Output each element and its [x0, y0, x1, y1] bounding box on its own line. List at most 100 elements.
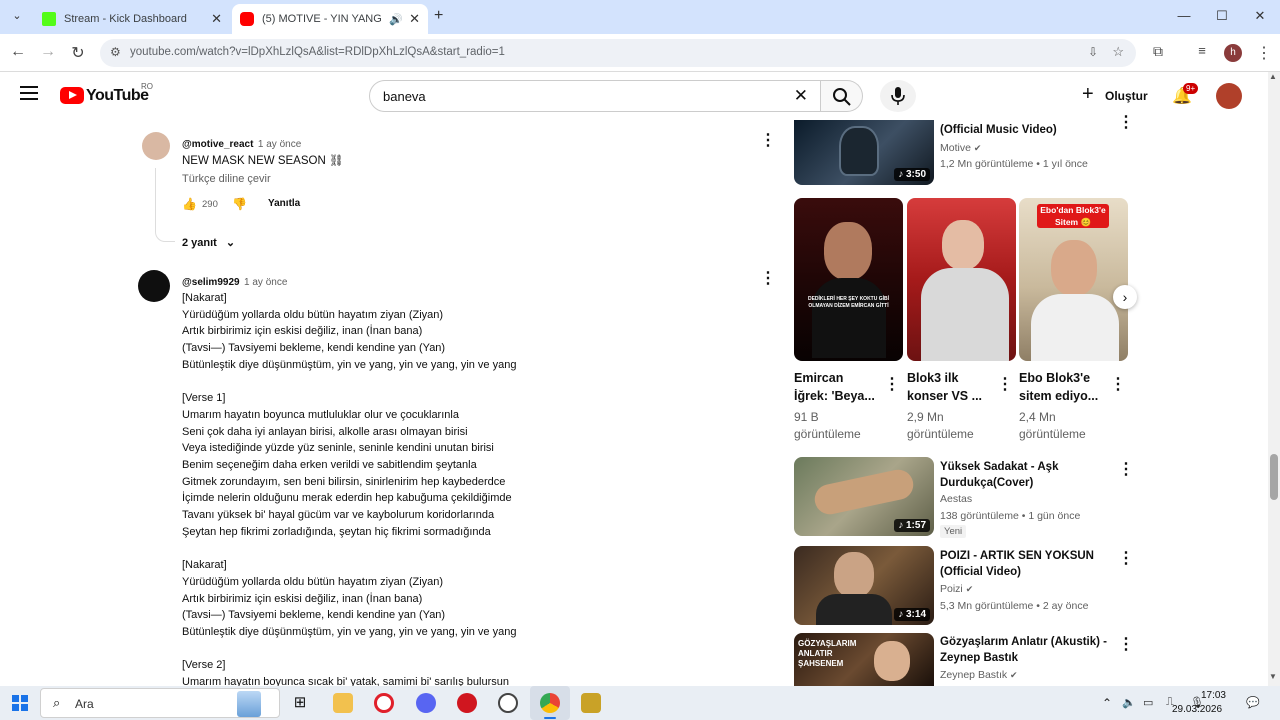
- close-tab-icon[interactable]: ✕: [211, 11, 222, 27]
- url-text: youtube.com/watch?v=lDpXhLzlQsA&list=RDl…: [130, 46, 505, 58]
- comment-author[interactable]: @selim9929: [182, 277, 240, 288]
- video-channel[interactable]: Zeynep Bastık ✔: [940, 667, 1018, 683]
- commenter-avatar[interactable]: [142, 132, 170, 160]
- volume-icon[interactable]: 🔈: [1122, 696, 1136, 709]
- video-title[interactable]: POIZI - ARTIK SEN YOKSUN (Official Video…: [940, 548, 1115, 580]
- close-tab-icon[interactable]: ✕: [409, 11, 420, 27]
- opera-icon[interactable]: [374, 693, 394, 713]
- comment-text-line: [Nakarat]: [182, 292, 227, 304]
- create-button[interactable]: Oluştur: [1105, 89, 1148, 103]
- profile-avatar[interactable]: h: [1224, 44, 1242, 62]
- windows-start-icon[interactable]: [12, 695, 28, 711]
- create-plus-icon[interactable]: +: [1082, 84, 1094, 104]
- video-thumbnail[interactable]: GÖZYAŞLARIM ANLATIR ŞAHSENEM: [794, 633, 934, 686]
- short-title[interactable]: Blok3 ilk konser VS ...: [907, 369, 993, 405]
- short-title[interactable]: Ebo Blok3'e sitem ediyo...: [1019, 369, 1111, 405]
- short-menu-icon[interactable]: ⋮: [884, 374, 900, 394]
- show-replies-button[interactable]: 2 yanıt ⌄: [182, 236, 235, 249]
- commenter-avatar[interactable]: [138, 270, 170, 302]
- video-title[interactable]: (Official Music Video): [940, 122, 1120, 138]
- hamburger-menu-icon[interactable]: [20, 86, 38, 100]
- youtube-logo-text[interactable]: YouTube: [86, 87, 149, 105]
- thumbnail-overlay-text: GÖZYAŞLARIM ANLATIR ŞAHSENEM: [798, 639, 857, 668]
- scroll-down-icon[interactable]: ▼: [1269, 672, 1277, 681]
- video-channel[interactable]: Aestas: [940, 491, 972, 507]
- extensions-icon[interactable]: ⧉: [1148, 43, 1168, 60]
- video-thumbnail[interactable]: ♪ 3:14: [794, 546, 934, 625]
- comment-time[interactable]: 1 ay önce: [244, 277, 287, 288]
- short-thumbnail[interactable]: [907, 198, 1016, 361]
- comment-menu-icon[interactable]: ⋮: [760, 130, 776, 150]
- user-avatar[interactable]: [1216, 83, 1242, 109]
- next-shorts-chevron-icon[interactable]: ›: [1113, 285, 1137, 309]
- reply-button[interactable]: Yanıtla: [268, 198, 300, 209]
- short-title[interactable]: Emircan İğrek: 'Beya...: [794, 369, 880, 405]
- video-channel[interactable]: Motive ✔: [940, 140, 981, 156]
- comment-header: @motive_react 1 ay önce: [182, 134, 301, 152]
- forward-icon[interactable]: →: [38, 43, 58, 61]
- reload-icon[interactable]: ↻: [68, 43, 88, 63]
- video-meta: 1,2 Mn görüntüleme • 1 yıl önce: [940, 158, 1088, 170]
- short-thumbnail[interactable]: DEDİKLERİ HER ŞEY KOKTU GİBİ OLMAYAN DİZ…: [794, 198, 903, 361]
- short-menu-icon[interactable]: ⋮: [997, 374, 1013, 394]
- video-menu-icon[interactable]: ⋮: [1118, 548, 1134, 568]
- tab-search-icon[interactable]: ⌄: [8, 9, 26, 25]
- address-bar[interactable]: ⚙ youtube.com/watch?v=lDpXhLzlQsA&list=R…: [100, 39, 1136, 67]
- back-icon[interactable]: ←: [8, 43, 28, 61]
- search-button[interactable]: [821, 80, 863, 112]
- display-icon[interactable]: ▭: [1143, 696, 1153, 709]
- clock-time[interactable]: 17:03: [1196, 690, 1226, 701]
- app-icon[interactable]: [457, 693, 477, 713]
- obs-icon[interactable]: [498, 693, 518, 713]
- video-title[interactable]: Yüksek Sadakat - Aşk Durdukça(Cover): [940, 459, 1115, 491]
- video-channel[interactable]: Poizi ✔: [940, 581, 973, 597]
- chrome-menu-icon[interactable]: ⋮: [1254, 43, 1274, 63]
- comment-text-line: Yürüdüğüm yollarda oldu bütün hayatım zi…: [182, 308, 444, 321]
- translate-link[interactable]: Türkçe diline çevir: [182, 173, 271, 185]
- video-menu-icon[interactable]: ⋮: [1118, 634, 1134, 654]
- tab-youtube[interactable]: (5) MOTIVE - YIN YANG (C 🔊 ✕: [232, 4, 428, 34]
- voice-search-button[interactable]: [880, 80, 916, 112]
- notification-center-icon[interactable]: 💬: [1246, 696, 1260, 709]
- close-window-icon[interactable]: ✕: [1250, 8, 1270, 24]
- audio-playing-icon[interactable]: 🔊: [389, 13, 403, 26]
- minimize-icon[interactable]: —: [1174, 8, 1194, 23]
- new-tab-icon[interactable]: +: [434, 7, 443, 25]
- task-view-icon[interactable]: ⊞: [290, 693, 310, 713]
- discord-icon[interactable]: [416, 693, 436, 713]
- video-thumbnail[interactable]: ♪ 1:57: [794, 457, 934, 536]
- tray-overflow-chevron-icon[interactable]: ⌃: [1102, 696, 1112, 710]
- comment-text-line: Yürüdüğüm yollarda oldu bütün hayatım zi…: [182, 575, 444, 588]
- video-menu-icon[interactable]: ⋮: [1118, 112, 1134, 132]
- comment-menu-icon[interactable]: ⋮: [760, 268, 776, 288]
- bookmark-star-icon[interactable]: ☆: [1112, 44, 1124, 60]
- maximize-icon[interactable]: ☐: [1212, 8, 1232, 24]
- chrome-taskbar-button[interactable]: [530, 686, 570, 720]
- scrollbar-thumb[interactable]: [1270, 454, 1278, 500]
- short-views-label: görüntüleme: [794, 427, 861, 441]
- video-thumbnail[interactable]: ♪ 3:50: [794, 120, 934, 185]
- short-thumbnail[interactable]: Ebo'dan Blok3'e Sitem 😊: [1019, 198, 1128, 361]
- new-badge: Yeni: [940, 525, 967, 538]
- tab-kick-dashboard[interactable]: Stream - Kick Dashboard ✕: [34, 4, 230, 34]
- notification-count-badge: 9+: [1183, 83, 1199, 94]
- site-info-icon[interactable]: ⚙: [110, 45, 121, 59]
- league-icon[interactable]: [581, 693, 601, 713]
- media-control-icon[interactable]: ≡: [1192, 43, 1212, 58]
- dislike-icon[interactable]: 👎: [232, 197, 247, 211]
- file-explorer-icon[interactable]: [333, 693, 353, 713]
- clock-date[interactable]: 29.03.2026: [1172, 704, 1222, 715]
- search-input[interactable]: baneva ✕: [369, 80, 821, 112]
- video-title[interactable]: Gözyaşlarım Anlatır (Akustik) - Zeynep B…: [940, 634, 1115, 666]
- short-menu-icon[interactable]: ⋮: [1110, 374, 1126, 394]
- comment-author[interactable]: @motive_react: [182, 139, 253, 150]
- youtube-logo-icon[interactable]: [60, 87, 84, 104]
- video-menu-icon[interactable]: ⋮: [1118, 459, 1134, 479]
- like-icon[interactable]: 👍: [182, 197, 197, 211]
- install-app-icon[interactable]: ⇩: [1088, 45, 1098, 59]
- comment-time[interactable]: 1 ay önce: [258, 139, 301, 150]
- taskbar-search-box[interactable]: ⌕ Ara: [40, 688, 280, 718]
- clear-search-icon[interactable]: ✕: [794, 86, 808, 106]
- scroll-up-icon[interactable]: ▲: [1269, 72, 1277, 81]
- page-scrollbar[interactable]: ▲ ▼: [1268, 72, 1280, 686]
